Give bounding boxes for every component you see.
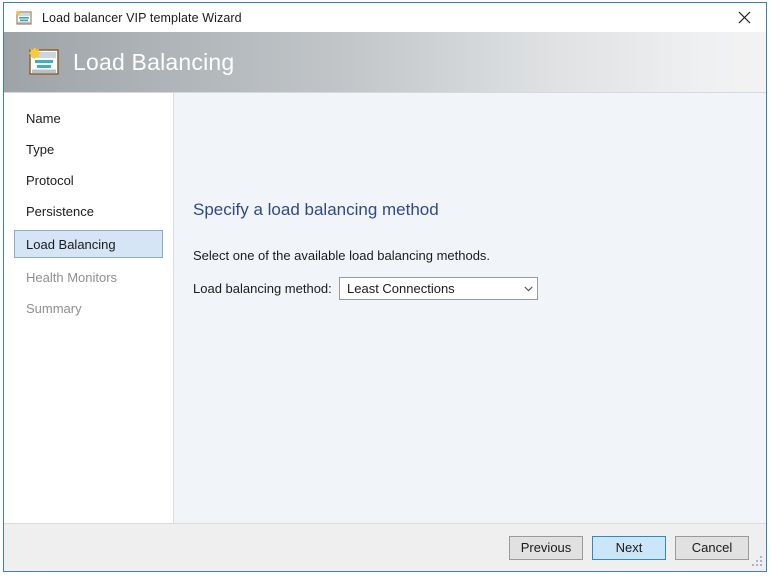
chevron-down-icon: [519, 286, 537, 292]
footer-bar: Previous Next Cancel: [4, 523, 766, 571]
sidebar-item-label: Health Monitors: [26, 269, 118, 285]
sidebar-item-health-monitors: Health Monitors: [14, 265, 163, 289]
sidebar-item-name[interactable]: Name: [14, 106, 163, 130]
sidebar-item-persistence[interactable]: Persistence: [14, 199, 163, 223]
sidebar-item-label: Type: [26, 141, 55, 157]
sidebar-item-label: Persistence: [26, 203, 94, 219]
page-title: Specify a load balancing method: [193, 200, 439, 219]
load-balancer-banner-icon: [26, 44, 62, 80]
sidebar-item-label: Protocol: [26, 172, 74, 188]
sidebar-item-protocol[interactable]: Protocol: [14, 168, 163, 192]
sidebar-item-type[interactable]: Type: [14, 137, 163, 161]
wizard-step-list: Name Type Protocol Persistence Load Bala…: [4, 93, 174, 523]
sidebar-item-label: Load Balancing: [26, 236, 116, 252]
page-description: Select one of the available load balanci…: [193, 248, 491, 263]
header-title: Load Balancing: [73, 48, 235, 75]
sidebar-item-load-balancing[interactable]: Load Balancing: [14, 230, 163, 258]
sidebar-item-summary: Summary: [14, 296, 163, 320]
title-bar: Load balancer VIP template Wizard: [4, 3, 766, 32]
wizard-window: Load balancer VIP template Wizard Load B…: [3, 2, 767, 572]
next-button[interactable]: Next: [592, 535, 666, 560]
header-banner: Load Balancing: [4, 32, 766, 93]
sidebar-item-label: Summary: [26, 300, 82, 316]
body-area: Name Type Protocol Persistence Load Bala…: [4, 93, 766, 523]
content-pane: Specify a load balancing method Select o…: [174, 93, 766, 523]
cancel-button[interactable]: Cancel: [675, 535, 749, 560]
load-balancing-method-label: Load balancing method:: [193, 281, 332, 296]
sidebar-item-label: Name: [26, 110, 61, 126]
load-balancing-method-value: Least Connections: [347, 281, 455, 296]
previous-button[interactable]: Previous: [509, 535, 583, 560]
load-balancer-icon: [15, 9, 33, 27]
load-balancing-method-select[interactable]: Least Connections: [339, 277, 538, 300]
load-balancing-method-row: Load balancing method: Least Connections: [193, 277, 538, 300]
window-title: Load balancer VIP template Wizard: [42, 10, 242, 25]
resize-grip[interactable]: [750, 555, 763, 568]
close-button[interactable]: [722, 3, 766, 31]
close-icon: [738, 11, 750, 23]
